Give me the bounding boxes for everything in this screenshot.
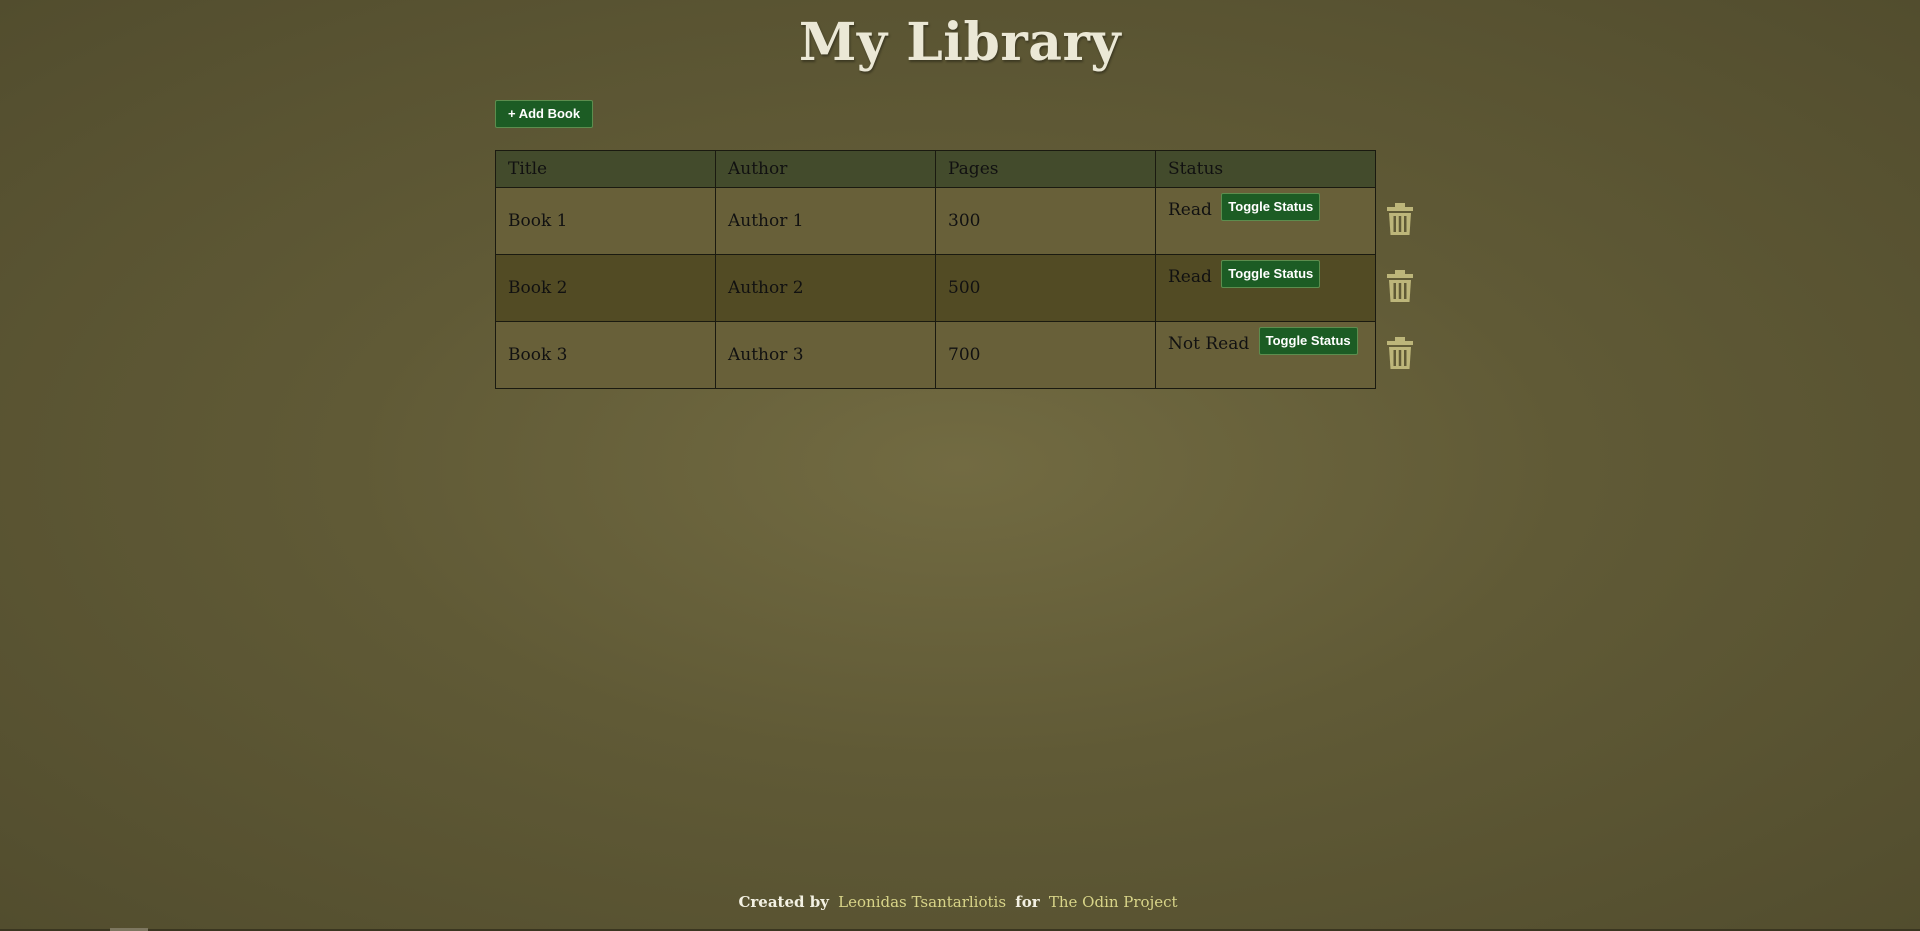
book-title-cell: Book 2 [495, 254, 716, 322]
author-link[interactable]: Leonidas Tsantarliotis [838, 893, 1006, 911]
book-status-cell: Read Toggle Status [1155, 254, 1376, 322]
book-title-cell: Book 3 [495, 321, 716, 389]
trash-icon[interactable] [1387, 203, 1413, 235]
book-status-cell: Not Read Toggle Status [1155, 321, 1376, 389]
page-title: My Library [798, 12, 1122, 73]
book-pages-cell: 300 [935, 187, 1156, 255]
table-row: Book 3 Author 3 700 Not Read Toggle Stat… [495, 321, 1376, 389]
toggle-status-button[interactable]: Toggle Status [1221, 260, 1321, 288]
book-author-cell: Author 1 [715, 187, 936, 255]
table-row: Book 1 Author 1 300 Read Toggle Status [495, 187, 1376, 255]
status-text: Not Read [1168, 333, 1250, 354]
book-pages-cell: 500 [935, 254, 1156, 322]
table-row: Book 2 Author 2 500 Read Toggle Status [495, 254, 1376, 322]
table-header-row: Title Author Pages Status [495, 150, 1376, 188]
column-header-author: Author [715, 150, 936, 188]
column-header-status: Status [1155, 150, 1376, 188]
trash-icon[interactable] [1387, 270, 1413, 302]
status-text: Read [1168, 266, 1212, 287]
odin-project-link[interactable]: The Odin Project [1049, 893, 1178, 911]
toggle-status-button[interactable]: Toggle Status [1221, 193, 1321, 221]
column-header-pages: Pages [935, 150, 1156, 188]
trash-icon[interactable] [1387, 337, 1413, 369]
book-title-cell: Book 1 [495, 187, 716, 255]
book-status-cell: Read Toggle Status [1155, 187, 1376, 255]
add-book-button[interactable]: + Add Book [495, 100, 594, 128]
footer-for: for [1015, 893, 1040, 911]
footer-created-by: Created by [738, 893, 829, 911]
library-table: Title Author Pages Status Book 1 Author … [495, 150, 1376, 389]
book-author-cell: Author 2 [715, 254, 936, 322]
column-header-title: Title [495, 150, 716, 188]
toggle-status-button[interactable]: Toggle Status [1258, 327, 1358, 355]
book-author-cell: Author 3 [715, 321, 936, 389]
footer: Created by Leonidas Tsantarliotis for Th… [0, 893, 1920, 911]
book-pages-cell: 700 [935, 321, 1156, 389]
status-text: Read [1168, 199, 1212, 220]
